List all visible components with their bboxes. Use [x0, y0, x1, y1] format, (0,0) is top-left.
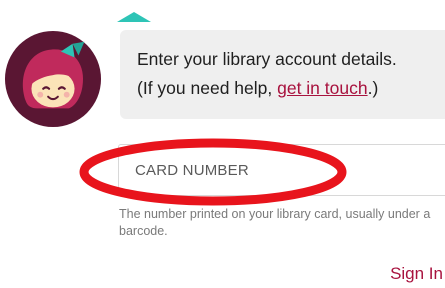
teal-caret-up-icon — [117, 12, 151, 22]
prompt-line-2-suffix: .) — [367, 78, 379, 98]
get-in-touch-link[interactable]: get in touch — [277, 78, 367, 98]
card-number-input[interactable] — [118, 144, 445, 196]
prompt-bubble: Enter your library account details. (If … — [120, 30, 445, 119]
prompt-line-2-prefix: (If you need help, — [137, 78, 278, 98]
prompt-line-2: (If you need help, get in touch.) — [137, 78, 378, 99]
sign-in-screen: Enter your library account details. (If … — [0, 0, 445, 288]
avatar — [4, 30, 102, 128]
sign-in-button[interactable]: Sign In — [390, 264, 443, 284]
prompt-line-1: Enter your library account details. — [137, 49, 397, 69]
card-number-help-text: The number printed on your library card,… — [119, 207, 431, 238]
